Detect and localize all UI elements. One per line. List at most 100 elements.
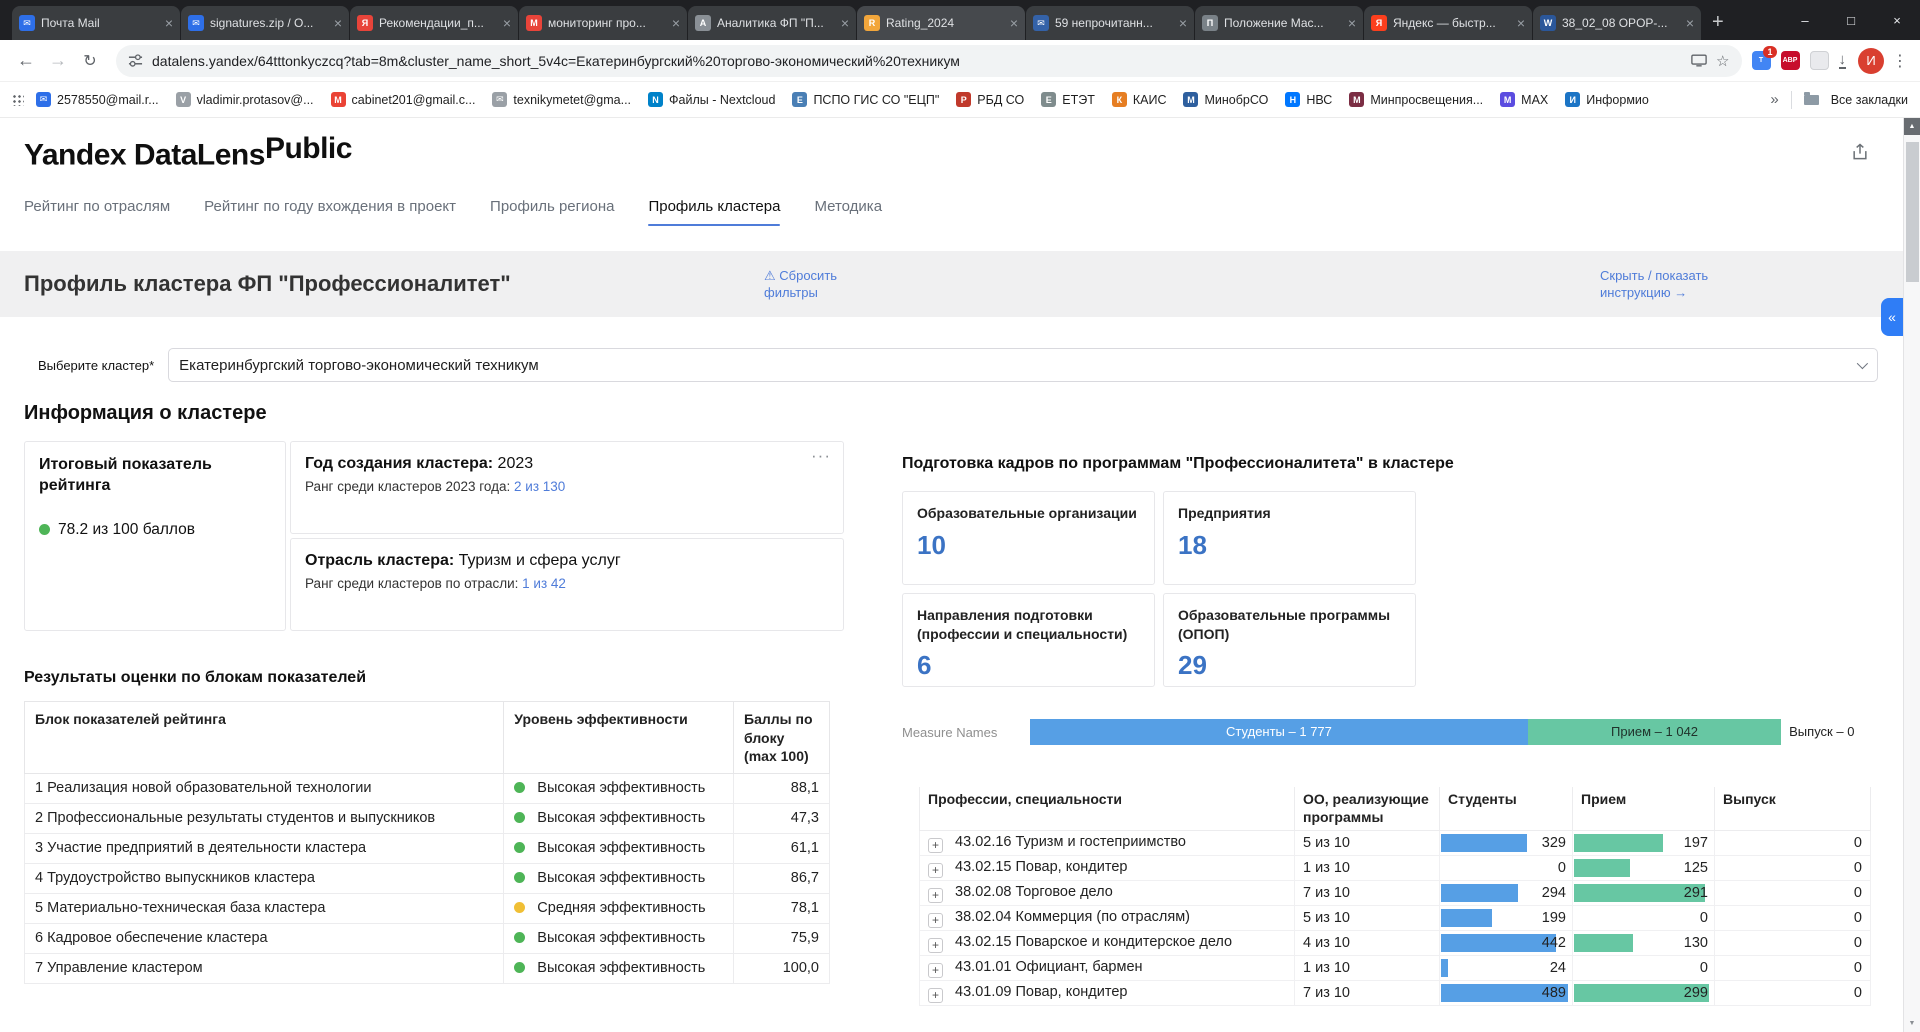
dashboard-nav-tab[interactable]: Профиль региона bbox=[490, 190, 614, 230]
install-app-icon[interactable] bbox=[1691, 54, 1707, 67]
tab-close-icon[interactable]: × bbox=[1686, 16, 1694, 30]
stat-card: Направления подготовки (профессии и спец… bbox=[902, 593, 1155, 687]
reset-filters-link[interactable]: ⚠ Сбросить фильтры bbox=[764, 267, 884, 302]
tab-favicon-icon: ✉ bbox=[1033, 15, 1049, 31]
stat-value: 10 bbox=[917, 530, 1140, 561]
browser-tab[interactable]: Я Яндекс — быстр... × bbox=[1364, 6, 1532, 40]
program-table-row: + 38.02.04 Коммерция (по отраслям) 5 из … bbox=[920, 906, 1871, 931]
bookmarks-overflow-icon[interactable]: » bbox=[1770, 91, 1778, 108]
browser-tab[interactable]: Я Рекомендации_п... × bbox=[350, 6, 518, 40]
bookmark-item[interactable]: ✉ texnikymetet@gma... bbox=[492, 92, 631, 107]
bookmark-label: КАИС bbox=[1133, 93, 1167, 107]
downloads-icon[interactable]: ↓ bbox=[1839, 53, 1847, 69]
adblock-extension-icon[interactable]: ABP bbox=[1781, 51, 1800, 70]
expand-row-button[interactable]: + bbox=[928, 963, 943, 978]
tab-close-icon[interactable]: × bbox=[1348, 16, 1356, 30]
scroll-up-icon[interactable]: ▲ bbox=[1904, 118, 1920, 135]
block-level: Высокая эффективность bbox=[504, 773, 734, 803]
dashboard-nav-tab[interactable]: Профиль кластера bbox=[648, 190, 780, 230]
industry-rank-link[interactable]: 1 из 42 bbox=[522, 576, 566, 591]
browser-tab[interactable]: R Rating_2024 × bbox=[857, 6, 1025, 40]
bookmark-item[interactable]: V vladimir.protasov@... bbox=[176, 92, 314, 107]
cluster-select[interactable]: Екатеринбургский торгово-экономический т… bbox=[168, 348, 1878, 382]
bookmark-item[interactable]: К КАИС bbox=[1112, 92, 1167, 107]
widget-menu-icon[interactable]: ··· bbox=[811, 446, 831, 466]
bookmark-item[interactable]: ✉ 2578550@mail.r... bbox=[36, 92, 159, 107]
all-bookmarks-label[interactable]: Все закладки bbox=[1831, 93, 1908, 107]
browser-tab[interactable]: ✉ 59 непрочитанн... × bbox=[1026, 6, 1194, 40]
maximize-button[interactable]: □ bbox=[1828, 0, 1874, 40]
tab-close-icon[interactable]: × bbox=[672, 16, 680, 30]
expand-row-button[interactable]: + bbox=[928, 888, 943, 903]
block-score: 88,1 bbox=[734, 773, 830, 803]
bookmark-item[interactable]: И Информио bbox=[1565, 92, 1649, 107]
browser-tab[interactable]: W 38_02_08 OPOP-... × bbox=[1533, 6, 1701, 40]
browser-tab[interactable]: П Положение Мас... × bbox=[1195, 6, 1363, 40]
dashboard-nav-tab[interactable]: Рейтинг по году вхождения в проект bbox=[204, 190, 456, 230]
tab-close-icon[interactable]: × bbox=[1179, 16, 1187, 30]
bookmark-item[interactable]: Е ПСПО ГИС СО "ЕЦП" bbox=[792, 92, 939, 107]
expand-row-button[interactable]: + bbox=[928, 938, 943, 953]
bookmark-item[interactable]: M MAX bbox=[1500, 92, 1548, 107]
tab-close-icon[interactable]: × bbox=[165, 16, 173, 30]
tab-close-icon[interactable]: × bbox=[841, 16, 849, 30]
blocks-table: Блок показателей рейтинга Уровень эффект… bbox=[24, 701, 830, 984]
dashboard-nav-tab[interactable]: Рейтинг по отраслям bbox=[24, 190, 170, 230]
status-dot-icon bbox=[514, 932, 525, 943]
scrollbar-thumb[interactable] bbox=[1906, 142, 1919, 282]
minimize-button[interactable]: – bbox=[1782, 0, 1828, 40]
tab-close-icon[interactable]: × bbox=[503, 16, 511, 30]
program-name: 43.02.15 Повар, кондитер bbox=[955, 859, 1127, 875]
program-table-row: + 43.02.16 Туризм и гостеприимство 5 из … bbox=[920, 831, 1871, 856]
dashboard-nav-tab[interactable]: Методика bbox=[814, 190, 882, 230]
extensions-puzzle-icon[interactable] bbox=[1810, 51, 1829, 70]
apps-grid-icon[interactable] bbox=[12, 94, 24, 106]
profile-avatar[interactable]: И bbox=[1858, 48, 1884, 74]
students-value: 329 bbox=[1542, 835, 1566, 851]
tab-close-icon[interactable]: × bbox=[334, 16, 342, 30]
address-bar[interactable]: datalens.yandex/64tttonkyczcq?tab=8m&clu… bbox=[116, 45, 1742, 77]
expand-row-button[interactable]: + bbox=[928, 863, 943, 878]
translate-extension-icon[interactable]: Т 1 bbox=[1752, 51, 1771, 70]
bookmarks-bar: ✉ 2578550@mail.r... V vladimir.protasov@… bbox=[0, 82, 1920, 118]
bookmark-item[interactable]: Р РБД СО bbox=[956, 92, 1024, 107]
reload-button[interactable]: ↻ bbox=[74, 51, 106, 71]
share-icon[interactable] bbox=[1850, 142, 1870, 162]
browser-menu-icon[interactable]: ⋮ bbox=[1890, 51, 1910, 71]
tab-close-icon[interactable]: × bbox=[1010, 16, 1018, 30]
bookmark-item[interactable]: М МинобрСО bbox=[1183, 92, 1268, 107]
forward-button[interactable]: → bbox=[42, 50, 74, 71]
kadry-heading: Подготовка кадров по программам "Професс… bbox=[902, 455, 1874, 473]
browser-tab[interactable]: А Аналитика ФП "П... × bbox=[688, 6, 856, 40]
page-content: Yandex DataLensPublic Рейтинг по отрасля… bbox=[0, 118, 1920, 1032]
browser-tab[interactable]: М мониторинг про... × bbox=[519, 6, 687, 40]
bookmark-item[interactable]: M cabinet201@gmail.c... bbox=[331, 92, 476, 107]
block-score: 100,0 bbox=[734, 953, 830, 983]
tab-close-icon[interactable]: × bbox=[1517, 16, 1525, 30]
bookmark-label: Информио bbox=[1586, 93, 1649, 107]
stat-value: 29 bbox=[1178, 650, 1401, 681]
expand-row-button[interactable]: + bbox=[928, 988, 943, 1003]
level-label: Средняя эффективность bbox=[537, 900, 705, 916]
browser-tab[interactable]: ✉ Почта Mail × bbox=[12, 6, 180, 40]
browser-tab[interactable]: ✉ signatures.zip / O... × bbox=[181, 6, 349, 40]
url-text[interactable]: datalens.yandex/64tttonkyczcq?tab=8m&clu… bbox=[152, 53, 1682, 69]
close-window-button[interactable]: × bbox=[1874, 0, 1920, 40]
expand-row-button[interactable]: + bbox=[928, 838, 943, 853]
bookmark-star-icon[interactable]: ☆ bbox=[1716, 52, 1729, 70]
page-scrollbar[interactable]: ▲ ▼ bbox=[1903, 118, 1920, 1032]
bookmark-item[interactable]: Н НВС bbox=[1285, 92, 1332, 107]
bookmark-label: Минпросвещения... bbox=[1370, 93, 1483, 107]
year-rank-link[interactable]: 2 из 130 bbox=[514, 479, 565, 494]
scroll-down-icon[interactable]: ▼ bbox=[1904, 1015, 1920, 1032]
bookmark-item[interactable]: N Файлы - Nextcloud bbox=[648, 92, 775, 107]
back-button[interactable]: ← bbox=[10, 50, 42, 71]
new-tab-button[interactable]: + bbox=[1712, 12, 1724, 32]
bookmark-item[interactable]: М Минпросвещения... bbox=[1349, 92, 1483, 107]
site-settings-icon[interactable] bbox=[128, 53, 143, 68]
expand-row-button[interactable]: + bbox=[928, 913, 943, 928]
toggle-instruction-link[interactable]: Скрыть / показать инструкцию → bbox=[1600, 267, 1740, 302]
priem-bar bbox=[1574, 859, 1630, 877]
bookmark-item[interactable]: Е ЕТЭТ bbox=[1041, 92, 1095, 107]
collapse-panel-button[interactable]: « bbox=[1881, 298, 1903, 336]
